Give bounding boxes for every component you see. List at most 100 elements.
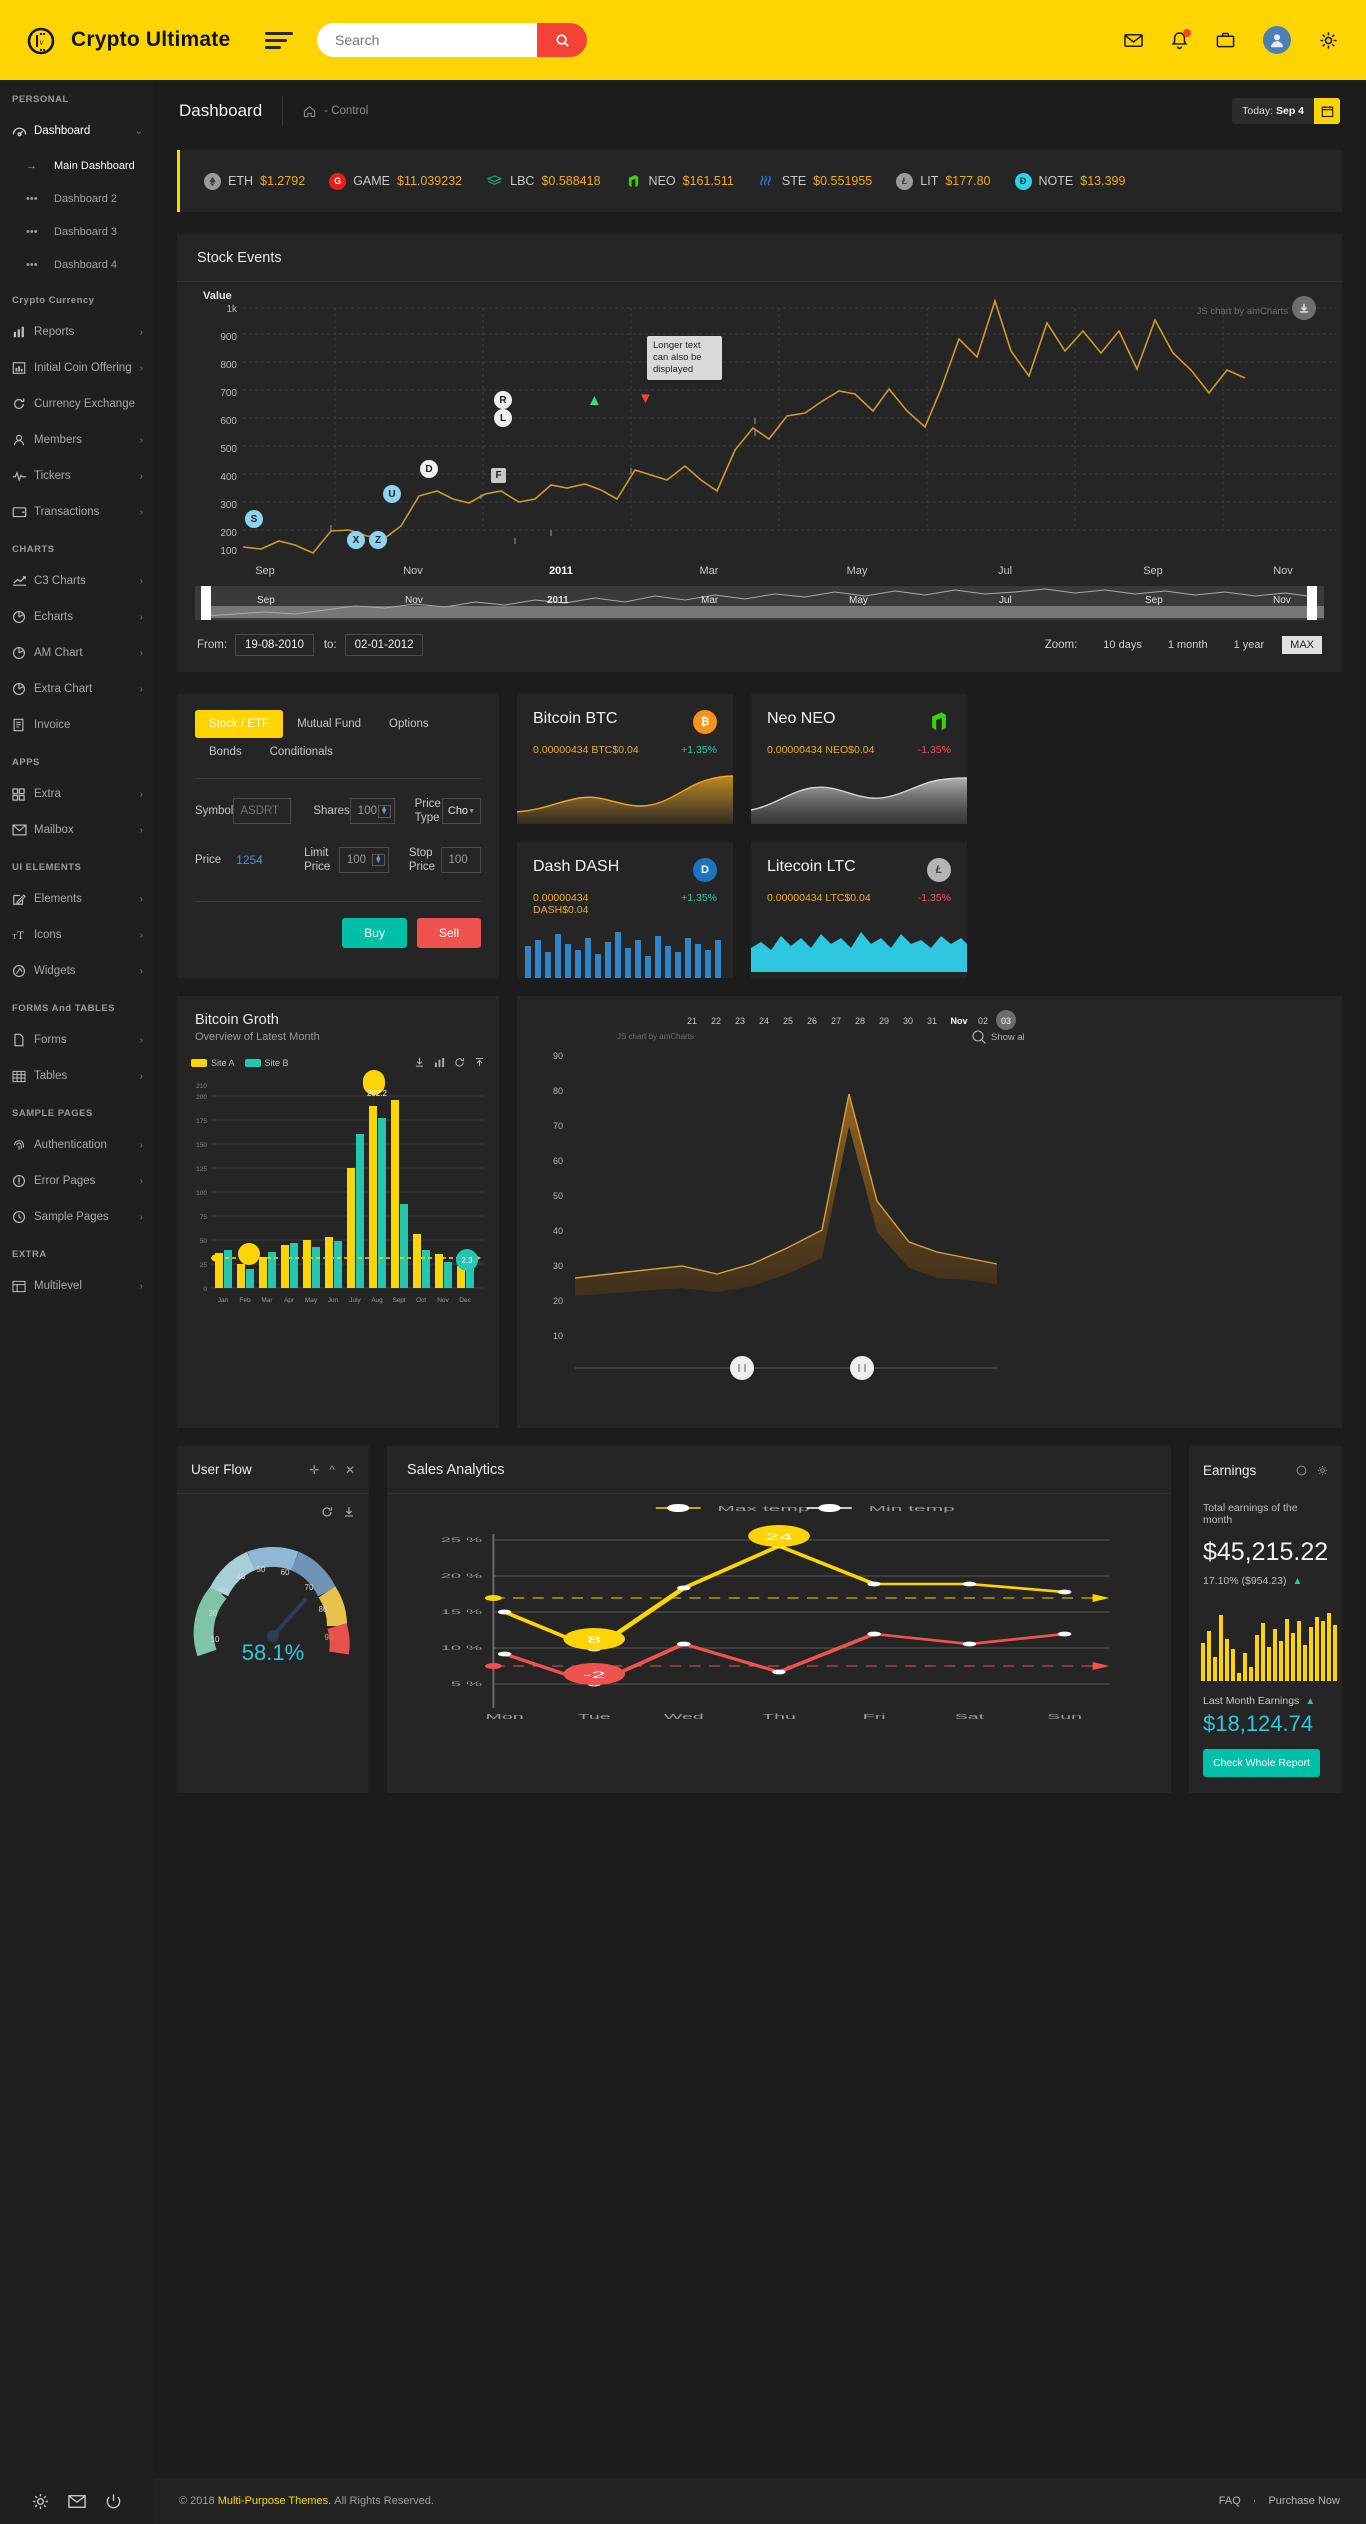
event-marker-u[interactable]: U xyxy=(383,485,401,503)
collapse-icon[interactable]: ^ xyxy=(329,1463,335,1477)
briefcase-icon[interactable] xyxy=(1216,31,1235,49)
ticker-item[interactable]: Ł LIT $177.80 xyxy=(896,172,991,190)
ticker-item[interactable]: STE $0.551955 xyxy=(758,173,872,190)
legend-site-b[interactable]: Site B xyxy=(244,1058,289,1068)
amline-chart[interactable]: 21 22 23 24 25 26 27 28 29 30 31 Nov 02 03 JS c… xyxy=(517,996,1024,1428)
sidebar-item-invoice[interactable]: Invoice xyxy=(0,707,153,743)
faq-link[interactable]: FAQ xyxy=(1219,2495,1241,2507)
ticker-item[interactable]: G GAME $11.039232 xyxy=(329,172,462,190)
event-marker-l[interactable]: L xyxy=(494,409,512,427)
zoom-option-10-days[interactable]: 10 days xyxy=(1095,636,1150,654)
sidebar-item-c3-charts[interactable]: C3 Charts › xyxy=(0,563,153,599)
stepper-arrows-icon[interactable]: ▲ ▼ xyxy=(377,805,391,818)
shares-stepper[interactable]: 100 ▲ ▼ xyxy=(349,798,395,825)
limit-price-stepper[interactable]: 100 ▲ ▼ xyxy=(338,847,389,874)
event-marker-s[interactable]: S xyxy=(245,510,263,528)
sidebar-item-tickers[interactable]: Tickers › xyxy=(0,458,153,494)
gear-icon[interactable] xyxy=(1319,31,1338,50)
event-marker-z[interactable]: Z xyxy=(369,531,387,549)
tab-stock-etf[interactable]: Stock / ETF xyxy=(195,710,284,738)
sidebar-item-am-chart[interactable]: AM Chart › xyxy=(0,635,153,671)
crypto-card-dash[interactable]: Dash DASH D 0.00000434 DASH$0.04 +1.35% xyxy=(517,842,733,978)
crypto-card-bitcoin[interactable]: Bitcoin BTC ₿ 0.00000434 BTC$0.04 +1.35% xyxy=(517,694,733,824)
sidebar-item-mailbox[interactable]: Mailbox › xyxy=(0,812,153,848)
mail-icon[interactable] xyxy=(1124,31,1143,50)
power-icon[interactable] xyxy=(105,2493,122,2510)
tab-bonds[interactable]: Bonds xyxy=(195,738,256,766)
gear-icon[interactable] xyxy=(32,2493,49,2510)
zoom-option-1-year[interactable]: 1 year xyxy=(1226,636,1273,654)
sidebar-item-icons[interactable]: TT Icons › xyxy=(0,917,153,953)
refresh-icon[interactable] xyxy=(454,1057,465,1068)
brand[interactable]: v Crypto Ultimate xyxy=(0,0,245,80)
stop-price-stepper[interactable]: 100 xyxy=(440,847,481,874)
zoom-option-1-month[interactable]: 1 month xyxy=(1160,636,1216,654)
sidebar-item-dashboard-2[interactable]: ••• Dashboard 2 xyxy=(0,182,153,215)
mail-icon[interactable] xyxy=(67,2494,86,2509)
gear-icon[interactable] xyxy=(1317,1465,1328,1476)
menu-icon[interactable] xyxy=(265,31,293,49)
sidebar-item-reports[interactable]: Reports › xyxy=(0,314,153,350)
calendar-icon[interactable] xyxy=(1314,98,1340,124)
expand-icon[interactable]: ✛ xyxy=(309,1463,319,1477)
bar-chart-icon[interactable] xyxy=(434,1057,445,1068)
event-marker-d[interactable]: D xyxy=(420,460,438,478)
sidebar-item-dashboard[interactable]: Dashboard ⌄ xyxy=(0,113,153,149)
sidebar-item-widgets[interactable]: Widgets › xyxy=(0,953,153,989)
bell-icon[interactable] xyxy=(1171,28,1191,50)
sidebar-item-forms[interactable]: Forms › xyxy=(0,1022,153,1058)
export-icon[interactable] xyxy=(474,1057,485,1068)
crypto-card-litecoin[interactable]: Litecoin LTC Ł 0.00000434 LTC$0.04 -1.35… xyxy=(751,842,967,978)
sidebar-item-elements[interactable]: Elements › xyxy=(0,881,153,917)
zoom-option-max[interactable]: MAX xyxy=(1282,636,1322,654)
check-whole-report-button[interactable]: Check Whole Report xyxy=(1203,1749,1320,1777)
sidebar-item-members[interactable]: Members › xyxy=(0,422,153,458)
help-icon[interactable] xyxy=(1296,1465,1307,1476)
ticker-item[interactable]: ETH $1.2792 xyxy=(204,172,305,190)
tab-mutual-fund[interactable]: Mutual Fund xyxy=(283,710,375,738)
search-input[interactable] xyxy=(317,23,537,57)
purchase-now-link[interactable]: Purchase Now xyxy=(1268,2495,1340,2507)
sidebar-item-error-pages[interactable]: Error Pages › xyxy=(0,1163,153,1199)
sidebar[interactable]: PERSONAL Dashboard ⌄ → Main Dashboard ••… xyxy=(0,80,153,2524)
refresh-icon[interactable] xyxy=(321,1506,333,1518)
sidebar-item-main-dashboard[interactable]: → Main Dashboard xyxy=(0,149,153,182)
buy-button[interactable]: Buy xyxy=(342,917,407,948)
sidebar-item-dashboard-3[interactable]: ••• Dashboard 3 xyxy=(0,215,153,248)
to-date-input[interactable]: 02-01-2012 xyxy=(344,634,424,656)
ticker-item[interactable]: NEO $161.511 xyxy=(625,173,734,190)
crypto-card-neo[interactable]: Neo NEO 0.00000434 NEO$0.04 -1.35% xyxy=(751,694,967,824)
range-handle-right[interactable] xyxy=(1307,586,1317,620)
sidebar-item-echarts[interactable]: Echarts › xyxy=(0,599,153,635)
today-date-picker[interactable]: Today: Sep 4 xyxy=(1232,98,1340,124)
sidebar-item-currency-exchange[interactable]: Currency Exchange xyxy=(0,386,153,422)
chart-range-scrollbar[interactable]: Sep Nov 2011 Mar May Jul Sep Nov xyxy=(195,586,1324,620)
event-marker-f[interactable]: F xyxy=(491,468,506,483)
search-button[interactable] xyxy=(537,23,587,57)
sidebar-item-extra[interactable]: Extra › xyxy=(0,776,153,812)
home-icon[interactable] xyxy=(303,105,316,118)
close-icon[interactable]: ✕ xyxy=(345,1463,355,1477)
stepper-arrows-icon[interactable]: ▲ ▼ xyxy=(371,853,385,867)
from-date-input[interactable]: 19-08-2010 xyxy=(235,634,314,656)
range-handle-left[interactable] xyxy=(201,586,211,620)
avatar[interactable] xyxy=(1263,26,1291,54)
price-type-select[interactable]: Cho ▼ xyxy=(441,798,481,825)
tab-options[interactable]: Options xyxy=(375,710,443,738)
sidebar-item-dashboard-4[interactable]: ••• Dashboard 4 xyxy=(0,248,153,281)
sidebar-item-ico[interactable]: Initial Coin Offering › xyxy=(0,350,153,386)
event-marker-x[interactable]: X xyxy=(347,531,365,549)
download-icon[interactable] xyxy=(1292,296,1316,320)
symbol-input[interactable] xyxy=(233,798,292,825)
event-marker-r[interactable]: R xyxy=(494,391,512,409)
sidebar-item-multilevel[interactable]: Multilevel › xyxy=(0,1268,153,1304)
sidebar-item-transactions[interactable]: Transactions › xyxy=(0,494,153,530)
sidebar-item-authentication[interactable]: Authentication › xyxy=(0,1127,153,1163)
sidebar-item-sample-pages[interactable]: Sample Pages › xyxy=(0,1199,153,1235)
tab-conditionals[interactable]: Conditionals xyxy=(256,738,347,766)
download-icon[interactable] xyxy=(343,1506,355,1518)
download-icon[interactable] xyxy=(414,1057,425,1068)
ticker-item[interactable]: LBC $0.588418 xyxy=(486,173,601,190)
ticker-item[interactable]: Ð NOTE $13.399 xyxy=(1014,172,1125,190)
sidebar-item-extra-chart[interactable]: Extra Chart › xyxy=(0,671,153,707)
